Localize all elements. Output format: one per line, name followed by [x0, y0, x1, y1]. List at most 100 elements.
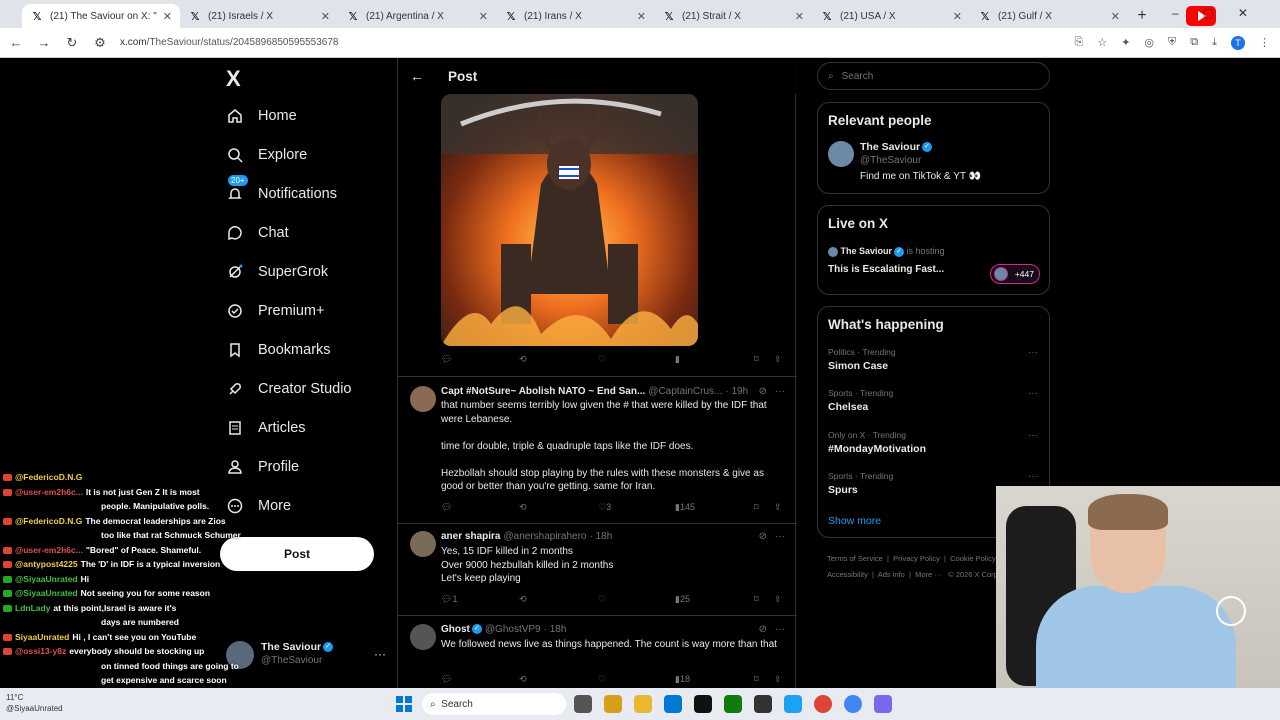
back-arrow-icon[interactable]: ←	[410, 68, 428, 84]
nav-item-premium[interactable]: Premium+	[226, 297, 324, 325]
close-icon[interactable]: ✕	[1111, 10, 1120, 23]
reply-author[interactable]: Ghost	[441, 624, 470, 635]
share-icon[interactable]: ⇪	[774, 594, 782, 605]
live-listeners[interactable]: +447	[990, 264, 1040, 284]
new-tab-button[interactable]: +	[1128, 4, 1156, 28]
window-controls[interactable]: –▢✕	[1172, 6, 1272, 20]
like-icon[interactable]: ♡	[598, 594, 606, 605]
trend-item[interactable]: Only on X · Trending #MondayMotivation ·…	[828, 430, 1038, 455]
reply-icon[interactable]: 💬︎ 1	[441, 594, 457, 605]
start-icon[interactable]	[396, 696, 412, 712]
repost-icon[interactable]: ⟲	[519, 594, 527, 605]
search-input[interactable]: ⌕ Search	[817, 62, 1050, 90]
xbox-icon[interactable]	[724, 695, 742, 713]
puzzle-icon[interactable]: ⧉	[1190, 36, 1198, 50]
nav-item-explore[interactable]: Explore	[226, 141, 307, 169]
x-brand-logo[interactable]: X	[226, 66, 241, 92]
weather-widget[interactable]: 11°C @SiyaaUnrated	[6, 692, 63, 714]
views-icon[interactable]: ▮ 18	[675, 674, 690, 685]
browser-tab-2[interactable]: 𝕏 (21) Argentina / X ✕	[338, 4, 496, 28]
install-icon[interactable]: ⎘	[1075, 36, 1084, 50]
more-icon[interactable]: ···	[775, 531, 785, 542]
browser-tab-1[interactable]: 𝕏 (21) Israels / X ✕	[180, 4, 338, 28]
nav-item-creator-studio[interactable]: Creator Studio	[226, 375, 352, 403]
star-icon[interactable]: ☆	[1097, 36, 1107, 50]
nav-item-chat[interactable]: Chat	[226, 219, 289, 247]
chrome-icon[interactable]	[814, 695, 832, 713]
grok-icon[interactable]: ⊘	[759, 386, 767, 397]
footer-link[interactable]: Ads info	[878, 570, 905, 579]
more-icon[interactable]: ···	[1028, 430, 1038, 441]
back-icon[interactable]: ←	[4, 35, 28, 50]
grok-float-icon[interactable]	[1216, 596, 1246, 626]
bookmark-icon[interactable]: ⌑	[754, 594, 759, 605]
grok-icon[interactable]: ⊘	[759, 531, 767, 542]
live-host[interactable]: The Saviour ✓ is hosting	[828, 246, 945, 257]
menu-icon[interactable]: ⋮	[1259, 36, 1270, 50]
close-icon[interactable]: ✕	[637, 10, 646, 23]
live-title[interactable]: This is Escalating Fast...	[828, 264, 944, 275]
close-icon[interactable]: ✕	[163, 10, 172, 23]
nav-item-bookmarks[interactable]: Bookmarks	[226, 336, 331, 364]
app-icon[interactable]	[874, 695, 892, 713]
footer-link[interactable]: Accessibility	[827, 570, 868, 579]
close-icon[interactable]: ✕	[321, 10, 330, 23]
repost-icon[interactable]: ⟲	[519, 354, 527, 365]
like-icon[interactable]: ♡	[598, 674, 606, 685]
edge-icon[interactable]	[784, 695, 802, 713]
bookmark-icon[interactable]: ⌑	[754, 674, 759, 685]
post-image[interactable]	[441, 94, 698, 346]
more-icon[interactable]: ···	[775, 386, 785, 397]
extension-icon[interactable]: ◎	[1144, 36, 1154, 50]
bookmark-icon[interactable]: ⌑	[754, 354, 759, 365]
reload-icon[interactable]: ↻	[60, 35, 84, 51]
trend-item[interactable]: Sports · Trending Chelsea ···	[828, 388, 1038, 413]
reply-handle[interactable]: @anershapirahero	[503, 531, 586, 542]
forward-icon[interactable]: →	[32, 35, 56, 50]
nav-item-supergrok[interactable]: SuperGrok	[226, 258, 328, 286]
more-icon[interactable]: ···	[1028, 347, 1038, 358]
store-icon[interactable]	[664, 695, 682, 713]
person-handle[interactable]: @TheSaviour	[860, 155, 921, 166]
nav-item-home[interactable]: Home	[226, 102, 297, 130]
nav-item-notifications[interactable]: 20+ Notifications	[226, 175, 337, 208]
browser-tab-5[interactable]: 𝕏 (21) USA / X ✕	[812, 4, 970, 28]
reply-author[interactable]: aner shapira	[441, 531, 500, 542]
views-icon[interactable]: ▮	[675, 354, 680, 365]
task-view-icon[interactable]	[574, 695, 592, 713]
browser-tab-3[interactable]: 𝕏 (21) Irans / X ✕	[496, 4, 654, 28]
download-icon[interactable]: ⤓	[1212, 36, 1217, 50]
nav-item-articles[interactable]: Articles	[226, 414, 306, 442]
repost-icon[interactable]: ⟲	[519, 502, 527, 513]
share-icon[interactable]: ⇪	[774, 674, 782, 685]
reply-icon[interactable]: 💬︎	[441, 502, 452, 513]
footer-link[interactable]: More ···	[915, 570, 942, 579]
browser-tab-6[interactable]: 𝕏 (21) Gulf / X ✕	[970, 4, 1128, 28]
trend-item[interactable]: Politics · Trending Simon Case ···	[828, 347, 1038, 372]
share-icon[interactable]: ⇪	[774, 502, 782, 513]
grok-icon[interactable]: ⊘	[759, 624, 767, 635]
close-icon[interactable]: ✕	[479, 10, 488, 23]
chrome-active-icon[interactable]	[844, 695, 862, 713]
person-name[interactable]: The Saviour ✓	[860, 141, 933, 153]
more-icon[interactable]: ···	[775, 624, 785, 635]
close-icon[interactable]: ✕	[795, 10, 804, 23]
share-icon[interactable]: ⇪	[774, 354, 782, 365]
reply-handle[interactable]: @GhostVP9	[485, 624, 541, 635]
like-icon[interactable]: ♡	[598, 354, 606, 365]
browser-tab-4[interactable]: 𝕏 (21) Strait / X ✕	[654, 4, 812, 28]
avatar[interactable]	[828, 141, 854, 167]
close-icon[interactable]: ✕	[953, 10, 962, 23]
reply-handle[interactable]: @CaptainCrus...	[648, 386, 722, 397]
x-app-icon[interactable]	[694, 695, 712, 713]
like-icon[interactable]: ♡ 3	[598, 502, 611, 513]
file-explorer-icon[interactable]	[634, 695, 652, 713]
footer-link[interactable]: Cookie Policy	[950, 554, 995, 563]
more-icon[interactable]: ···	[374, 647, 386, 661]
footer-link[interactable]: Terms of Service	[827, 554, 883, 563]
url-field[interactable]: x.com/TheSaviour/status/2045896850595553…	[120, 37, 339, 48]
site-info-icon[interactable]: ⚙	[88, 35, 112, 51]
repost-icon[interactable]: ⟲	[519, 674, 527, 685]
bookmark-icon[interactable]: ⌑	[754, 502, 759, 513]
views-icon[interactable]: ▮ 25	[675, 594, 690, 605]
